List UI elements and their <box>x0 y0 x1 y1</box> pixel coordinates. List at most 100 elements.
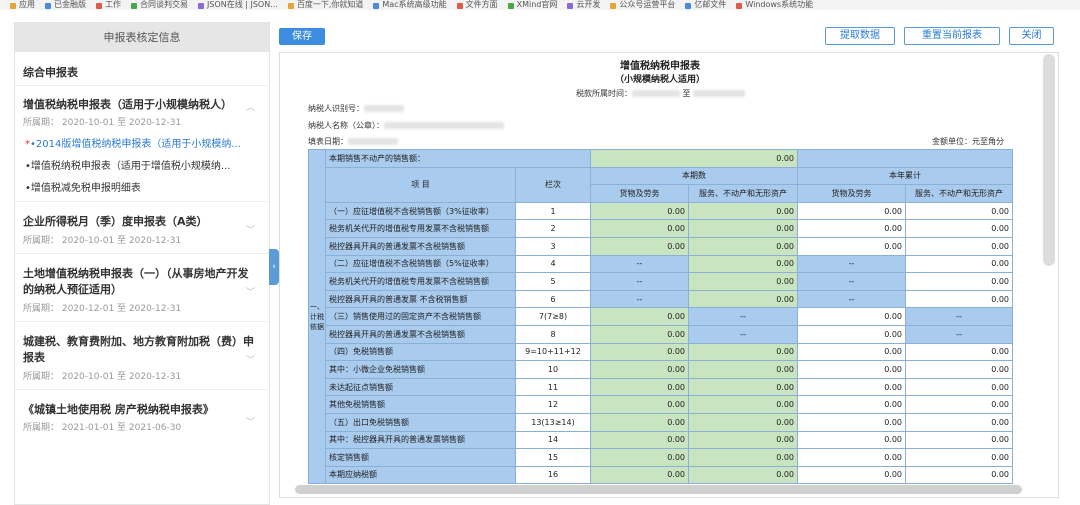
sidebar-subitem-vat-2014[interactable]: *•2014版增值税纳税申报表（适用于小规模纳... <box>25 135 241 150</box>
sidebar-top-item[interactable]: 综合申报表 <box>23 64 78 80</box>
bookmark-item[interactable]: 文件方面 <box>456 1 498 9</box>
chevron-up-icon[interactable]: ︿ <box>246 100 255 113</box>
bookmark-item[interactable]: 云开发 <box>567 1 600 9</box>
value-input[interactable]: 0.00 <box>905 395 1013 414</box>
bookmark-item[interactable]: 已金融版 <box>45 1 86 9</box>
sidebar-section-urban-title[interactable]: 城建税、教育费附加、地方教育附加税（费）申 <box>23 333 254 349</box>
value-input[interactable]: 0.00 <box>590 412 689 432</box>
bookmark-item[interactable]: XMind官网 <box>507 1 557 9</box>
bookmark-item[interactable]: JSON在线 | JSON... <box>198 1 278 9</box>
value-input[interactable]: 0.00 <box>590 465 689 485</box>
value-input[interactable]: 0.00 <box>688 272 798 291</box>
bookmarks-bar: 应用 已金融版 工作 合同谈判交易 JSON在线 | JSON... 百度一下,你就知道 M… <box>0 0 1080 10</box>
value-input[interactable]: 0.00 <box>797 465 906 485</box>
value-input[interactable]: 0.00 <box>797 342 906 362</box>
value-input[interactable]: 0.00 <box>590 360 689 379</box>
value-input[interactable]: 0.00 <box>905 201 1013 221</box>
value-input[interactable]: 0.00 <box>590 236 689 256</box>
bookmark-item[interactable]: 亿邮文件 <box>685 1 726 9</box>
chevron-down-icon[interactable]: ﹀ <box>246 415 255 428</box>
sidebar-section-lvt-title2[interactable]: 的纳税人预征适用） <box>23 281 122 297</box>
header-goods: 货物及劳务 <box>590 184 689 203</box>
value-input[interactable]: 0.00 <box>688 412 798 432</box>
value-input[interactable]: 0.00 <box>590 307 689 326</box>
amount-unit: 金额单位：元至角分 <box>932 137 1004 146</box>
save-button[interactable]: 保存 <box>279 28 325 45</box>
value-input[interactable]: 0.00 <box>688 201 798 221</box>
value-input[interactable]: 0.00 <box>590 377 689 397</box>
bookmark-item[interactable]: 应用 <box>10 1 35 9</box>
sidebar-subitem-vat-small[interactable]: •增值税纳税申报表（适用于增值税小规模纳... <box>25 157 230 172</box>
vertical-scrollbar[interactable] <box>1043 54 1055 266</box>
bookmark-item[interactable]: 公众号运营平台 <box>610 1 675 9</box>
value-input[interactable]: 0.00 <box>905 412 1013 432</box>
value-input[interactable]: 0.00 <box>797 307 906 326</box>
value-input[interactable]: 0.00 <box>688 219 798 238</box>
close-button[interactable]: 关闭 <box>1009 27 1054 45</box>
chevron-down-icon[interactable]: ﹀ <box>246 285 255 298</box>
value-disabled: -- <box>797 289 906 309</box>
sidebar-section-vat-title[interactable]: 增值税纳税申报表（适用于小规模纳税人） <box>23 96 232 112</box>
bookmark-item[interactable]: 合同谈判交易 <box>131 1 188 9</box>
value-input[interactable]: 0.00 <box>590 448 689 467</box>
chevron-down-icon[interactable]: ﹀ <box>246 223 255 236</box>
value-input[interactable]: 0.00 <box>797 448 906 467</box>
value-input[interactable]: 0.00 <box>905 360 1013 379</box>
value-input[interactable]: 0.00 <box>688 448 798 467</box>
bookmark-item[interactable]: Windows系统功能 <box>736 1 813 9</box>
value-input[interactable]: 0.00 <box>905 430 1013 450</box>
reset-report-button[interactable]: 重置当前报表 <box>904 27 1000 45</box>
value-input[interactable]: 0.00 <box>688 289 798 309</box>
value-disabled: -- <box>688 324 798 344</box>
bookmark-item[interactable]: 百度一下,你就知道 <box>287 1 363 9</box>
value-disabled: -- <box>590 289 689 309</box>
value-input[interactable]: 0.00 <box>590 395 689 414</box>
fetch-data-button[interactable]: 提取数据 <box>825 27 895 45</box>
value-input[interactable]: 0.00 <box>688 465 798 485</box>
chevron-down-icon[interactable]: ﹀ <box>246 353 255 366</box>
value-input[interactable]: 0.00 <box>797 395 906 414</box>
value-input[interactable]: 0.00 <box>590 201 689 221</box>
value-input[interactable]: 0.00 <box>590 430 689 450</box>
value-input[interactable]: 0.00 <box>688 254 798 274</box>
sidebar-subitem-vat-exempt[interactable]: •增值税减免税申报明细表 <box>25 179 141 194</box>
value-input[interactable]: 0.00 <box>797 430 906 450</box>
property-sales-input[interactable]: 0.00 <box>590 149 798 168</box>
value-input[interactable]: 0.00 <box>688 377 798 397</box>
value-input[interactable]: 0.00 <box>590 324 689 344</box>
value-input[interactable]: 0.00 <box>905 289 1013 309</box>
value-input[interactable]: 0.00 <box>590 219 689 238</box>
value-input[interactable]: 0.00 <box>905 219 1013 238</box>
table-row: 其他免税销售额 12 0.00 0.00 0.00 0.00 <box>309 395 1013 414</box>
value-input[interactable]: 0.00 <box>905 236 1013 256</box>
value-input[interactable]: 0.00 <box>688 342 798 362</box>
bookmark-item[interactable]: 工作 <box>96 1 121 9</box>
sidebar-collapse-button[interactable]: ‹ <box>269 249 279 285</box>
value-input[interactable]: 0.00 <box>590 342 689 362</box>
value-input[interactable]: 0.00 <box>905 272 1013 291</box>
bookmark-item[interactable]: Mac系统高级功能 <box>373 1 447 9</box>
horizontal-scrollbar[interactable] <box>295 485 1022 494</box>
value-input[interactable]: 0.00 <box>905 448 1013 467</box>
sidebar-section-lvt-title[interactable]: 土地增值税纳税申报表（一）（从事房地产开发 <box>23 265 249 281</box>
value-input[interactable]: 0.00 <box>905 254 1013 274</box>
value-input[interactable]: 0.00 <box>688 360 798 379</box>
value-input[interactable]: 0.00 <box>905 377 1013 397</box>
value-input[interactable]: 0.00 <box>905 342 1013 362</box>
value-input[interactable]: 0.00 <box>797 360 906 379</box>
value-input[interactable]: 0.00 <box>688 430 798 450</box>
sidebar-section-cit-title[interactable]: 企业所得税月（季）度申报表（A类） <box>23 213 208 229</box>
value-input[interactable]: 0.00 <box>797 236 906 256</box>
value-input[interactable]: 0.00 <box>688 395 798 414</box>
row-line: 7(7≥8) <box>515 307 591 326</box>
sidebar-section-land-title[interactable]: 《城镇土地使用税 房产税纳税申报表》 <box>23 401 214 417</box>
value-input[interactable]: 0.00 <box>797 201 906 221</box>
header-item: 项 目 <box>325 166 516 203</box>
value-input[interactable]: 0.00 <box>797 377 906 397</box>
sidebar-section-urban-title2[interactable]: 报表 <box>23 349 45 365</box>
value-input[interactable]: 0.00 <box>797 324 906 344</box>
value-input[interactable]: 0.00 <box>905 465 1013 485</box>
value-input[interactable]: 0.00 <box>688 236 798 256</box>
value-input[interactable]: 0.00 <box>797 219 906 238</box>
value-input[interactable]: 0.00 <box>797 412 906 432</box>
